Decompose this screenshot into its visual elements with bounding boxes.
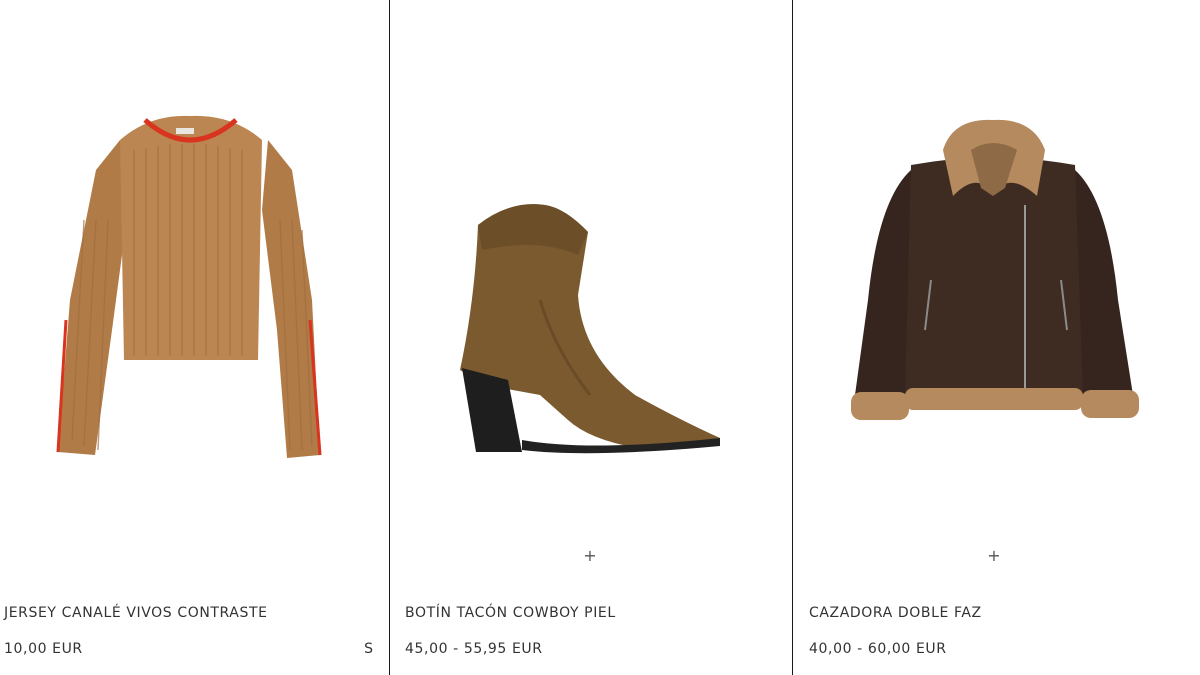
product-card-jacket[interactable]: + CAZADORA DOBLE FAZ 40,00 - 60,00 EUR [792,0,1200,675]
product-image-jacket[interactable] [793,0,1200,540]
product-price: 40,00 - 60,00 EUR [809,641,947,657]
product-image-boot[interactable] [390,0,792,540]
product-price: 45,00 - 55,95 EUR [405,641,543,657]
product-name[interactable]: CAZADORA DOBLE FAZ [809,605,982,621]
add-to-cart-icon[interactable]: + [580,546,600,566]
size-label[interactable]: S [364,641,373,657]
product-card-boot[interactable]: + BOTÍN TACÓN COWBOY PIEL 45,00 - 55,95 … [389,0,792,675]
add-to-cart-icon[interactable]: + [984,546,1004,566]
product-price: 10,00 EUR [4,641,83,657]
product-grid: JERSEY CANALÉ VIVOS CONTRASTE 10,00 EUR … [0,0,1200,675]
product-name[interactable]: BOTÍN TACÓN COWBOY PIEL [405,605,616,621]
product-card-sweater[interactable]: JERSEY CANALÉ VIVOS CONTRASTE 10,00 EUR … [0,0,389,675]
product-name[interactable]: JERSEY CANALÉ VIVOS CONTRASTE [4,605,268,621]
product-image-sweater[interactable] [0,0,389,540]
